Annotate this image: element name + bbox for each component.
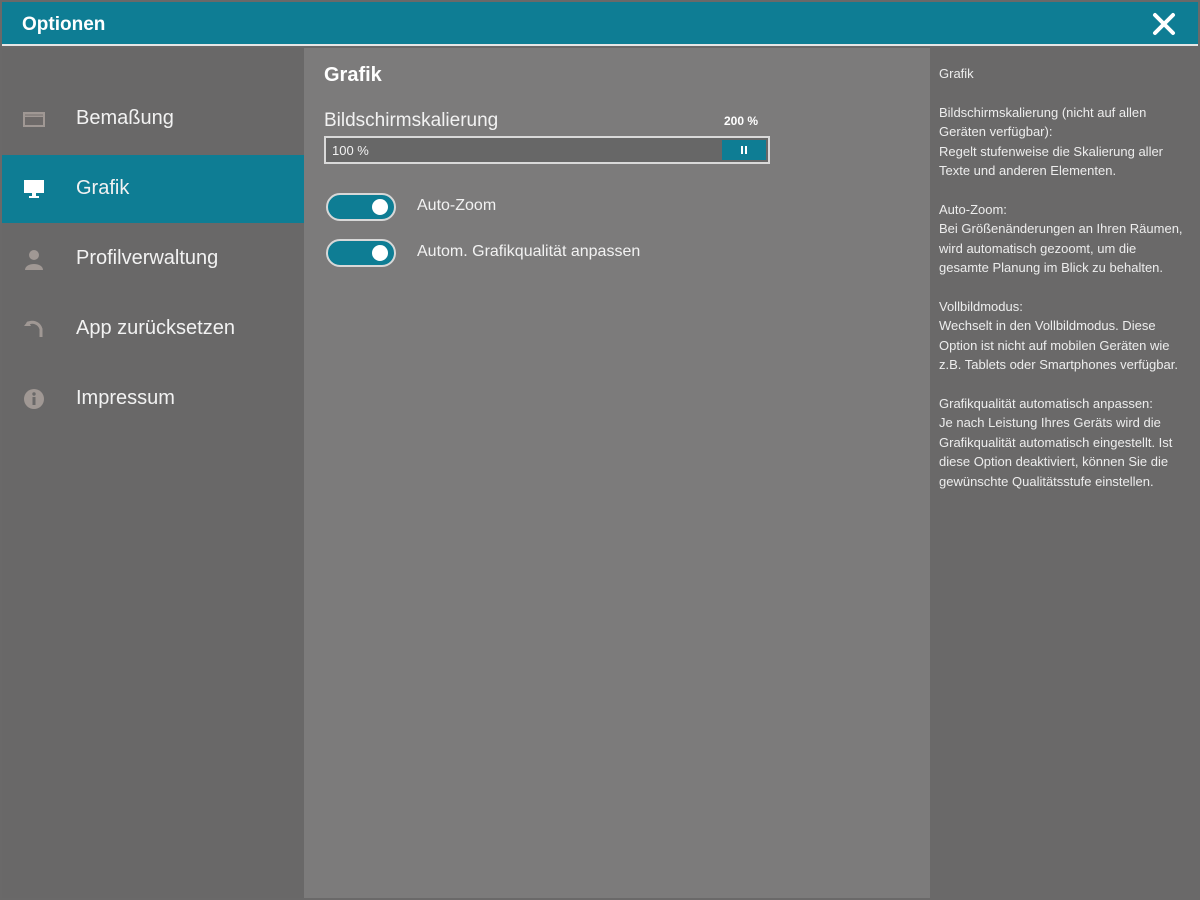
title-bar: Optionen — [2, 2, 1198, 46]
scaling-max-value: 200 % — [724, 114, 759, 128]
sidebar-item-profilverwaltung[interactable]: Profilverwaltung — [2, 225, 304, 293]
dialog-title: Optionen — [22, 14, 106, 35]
scaling-slider[interactable]: 100 % — [324, 136, 770, 164]
user-icon — [22, 247, 46, 271]
sidebar-item-impressum[interactable]: Impressum — [2, 365, 304, 433]
sidebar-item-label: Profilverwaltung — [76, 247, 219, 269]
auto-zoom-label: Auto-Zoom — [417, 197, 497, 214]
section-title: Grafik — [324, 64, 382, 86]
sidebar-item-label: Grafik — [76, 177, 130, 199]
sidebar-item-app-zuruecksetzen[interactable]: App zurücksetzen — [2, 295, 304, 363]
toggle-knob — [372, 199, 388, 215]
scaling-current-value: 100 % — [332, 143, 369, 158]
monitor-icon — [22, 177, 46, 201]
close-icon — [1150, 10, 1178, 38]
auto-zoom-row: Auto-Zoom — [326, 193, 886, 223]
options-dialog: Optionen Bemaßung Grafik Profilverwaltun… — [0, 0, 1200, 900]
close-button[interactable] — [1150, 10, 1178, 38]
auto-zoom-toggle[interactable] — [326, 193, 396, 221]
toggle-knob — [372, 245, 388, 261]
sidebar: Bemaßung Grafik Profilverwaltung App zur… — [2, 48, 304, 898]
auto-graphics-quality-label: Autom. Grafikqualität anpassen — [417, 243, 641, 260]
sidebar-item-grafik[interactable]: Grafik — [2, 155, 304, 223]
sidebar-item-label: Bemaßung — [76, 107, 174, 129]
reset-icon — [22, 317, 46, 341]
settings-panel: Grafik Bildschirmskalierung 200 % 100 % … — [304, 48, 930, 898]
help-panel: Grafik Bildschirmskalierung (nicht auf a… — [930, 48, 1198, 898]
auto-graphics-quality-row: Autom. Grafikqualität anpassen — [326, 239, 886, 269]
info-icon — [22, 387, 46, 411]
sidebar-item-label: App zurücksetzen — [76, 317, 235, 339]
sidebar-item-bemassung[interactable]: Bemaßung — [2, 85, 304, 153]
sidebar-item-label: Impressum — [76, 387, 175, 409]
slider-handle[interactable] — [722, 140, 766, 160]
scaling-label: Bildschirmskalierung — [324, 110, 499, 131]
auto-graphics-quality-toggle[interactable] — [326, 239, 396, 267]
ruler-icon — [22, 107, 46, 131]
